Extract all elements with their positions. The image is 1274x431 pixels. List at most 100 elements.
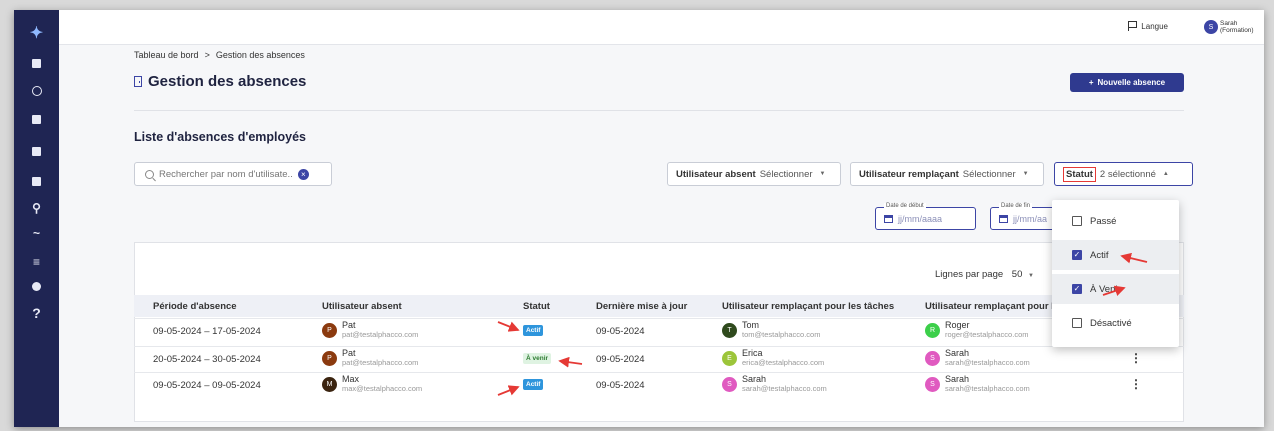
user-name: Sarah [945,374,970,384]
user-email: sarah@testalphacco.com [742,384,827,393]
column-header[interactable]: Statut [523,301,550,312]
chevron-down-icon[interactable]: ▼ [1028,273,1034,279]
period-cell: 20-05-2024 – 30-05-2024 [153,354,261,365]
filter-absent-user[interactable]: Utilisateur absent Sélectionner ▼ [667,162,841,186]
filter-status-label: Statut [1063,166,1096,182]
search-input[interactable]: Rechercher par nom d'utilisate.. × [134,162,332,186]
status-badge: À venir [523,353,552,364]
sidebar-dashboard-icon[interactable] [14,52,59,74]
row-menu-icon[interactable]: ⋮ [1130,351,1142,365]
checkbox-icon[interactable] [1072,318,1082,328]
user-avatar[interactable]: S [1204,20,1218,34]
user-cell: E Erica erica@testalphacco.com [722,349,824,367]
status-option[interactable]: Désactivé [1052,308,1179,338]
sidebar-search-icon[interactable]: ⚲ [14,197,59,219]
clear-search-icon[interactable]: × [297,168,309,180]
user-email: pat@testalphacco.com [342,330,419,339]
breadcrumb-home[interactable]: Tableau de bord [134,50,199,60]
user-name: Max [342,374,360,384]
page-title: Gestion des absences [148,73,307,90]
user-cell: T Tom tom@testalphacco.com [722,321,820,339]
user-cell: S Sarah sarah@testalphacco.com [925,375,1030,393]
avatar: P [322,350,337,366]
sidebar-help-icon[interactable]: ? [14,302,59,324]
filter-absent-label: Utilisateur absent [676,168,756,180]
sidebar-trend-icon[interactable]: ~ [14,222,59,244]
avatar: E [722,350,737,366]
page-title-row: Gestion des absences [134,73,306,90]
rows-per-page-label: Lignes par page [935,269,1004,280]
status-option-label: À Venir [1090,283,1121,295]
user-email: tom@testalphacco.com [742,330,821,339]
status-badge: Actif [523,379,544,390]
column-header[interactable]: Dernière mise à jour [596,301,687,312]
checkbox-icon[interactable]: ✓ [1072,284,1082,294]
filter-replacement-value: Sélectionner [962,168,1016,180]
sidebar-settings-icon[interactable]: ≡ [14,251,59,273]
filter-replacement-user[interactable]: Utilisateur remplaçant Sélectionner ▼ [850,162,1044,186]
user-name: Sarah [945,348,970,358]
start-date-field[interactable]: Date de début jj/mm/aaaa [875,203,976,230]
status-option-label: Passé [1090,215,1117,227]
status-option[interactable]: ✓ À Venir [1052,274,1179,304]
new-absence-button[interactable]: + Nouvelle absence [1070,73,1184,92]
end-date-field[interactable]: Date de fin jj/mm/aa [990,203,1060,230]
topbar: Langue S Sarah (Formation) [59,10,1264,45]
user-name: Roger [945,320,970,330]
column-header[interactable]: Utilisateur remplaçant pour le [925,301,1059,312]
sidebar-user-settings-icon[interactable] [14,275,59,297]
language-label: Langue [1141,21,1168,31]
status-badge: Actif [523,325,544,336]
search-placeholder: Rechercher par nom d'utilisate.. [159,168,293,180]
user-name: Pat [342,348,356,358]
period-cell: 09-05-2024 – 09-05-2024 [153,380,261,391]
search-icon [145,169,154,179]
filter-absent-value: Sélectionner [759,168,813,180]
flag-icon [1128,21,1138,31]
avatar: M [322,376,337,392]
user-cell: M Max max@testalphacco.com [322,375,422,393]
user-name: Sarah [742,374,767,384]
user-email: erica@testalphacco.com [742,358,825,367]
column-header[interactable]: Utilisateur remplaçant pour les tâches [722,301,894,312]
filter-status[interactable]: Statut 2 sélectionné ▲ [1054,162,1193,186]
user-name: Erica [742,348,763,358]
avatar: P [322,322,337,338]
logo-icon[interactable]: ✦ [14,22,59,44]
plus-icon: + [1088,78,1094,87]
sidebar-chat-icon[interactable] [14,108,59,130]
checkbox-icon[interactable] [1072,216,1082,226]
column-header[interactable]: Période d'absence [153,301,237,312]
start-date-label: Date de début [884,203,926,209]
row-menu-icon[interactable]: ⋮ [1130,377,1142,391]
rows-per-page: Lignes par page 50 ▼ [935,269,1034,280]
status-option[interactable]: Passé [1052,206,1179,236]
chevron-down-icon: ▼ [819,171,826,177]
sidebar-check-icon[interactable] [14,80,59,102]
status-option-label: Désactivé [1090,317,1132,329]
user-name[interactable]: Sarah (Formation) [1220,20,1262,34]
avatar: S [722,376,737,392]
column-header[interactable]: Utilisateur absent [322,301,402,312]
user-email: pat@testalphacco.com [342,358,419,367]
breadcrumb: Tableau de bord > Gestion des absences [134,50,305,60]
sidebar-report-icon[interactable] [14,140,59,162]
language-button[interactable]: Langue [1128,21,1168,31]
rows-per-page-select[interactable]: 50 [1012,269,1023,280]
end-date-label: Date de fin [999,203,1033,209]
user-cell: P Pat pat@testalphacco.com [322,349,418,367]
checkbox-icon[interactable]: ✓ [1072,250,1082,260]
breadcrumb-current: Gestion des absences [215,50,305,60]
start-date-placeholder: jj/mm/aaaa [898,213,943,224]
sidebar-library-icon[interactable] [14,170,59,192]
list-title: Liste d'absences d'employés [134,130,306,144]
status-option[interactable]: ✓ Actif [1052,240,1179,270]
user-name: Pat [342,320,356,330]
user-cell: P Pat pat@testalphacco.com [322,321,418,339]
chevron-up-icon: ▲ [1162,171,1169,177]
status-option-label: Actif [1090,249,1109,261]
user-email: sarah@testalphacco.com [945,384,1030,393]
avatar: T [722,322,737,338]
user-cell: S Sarah sarah@testalphacco.com [925,349,1030,367]
calendar-icon [999,214,1008,223]
